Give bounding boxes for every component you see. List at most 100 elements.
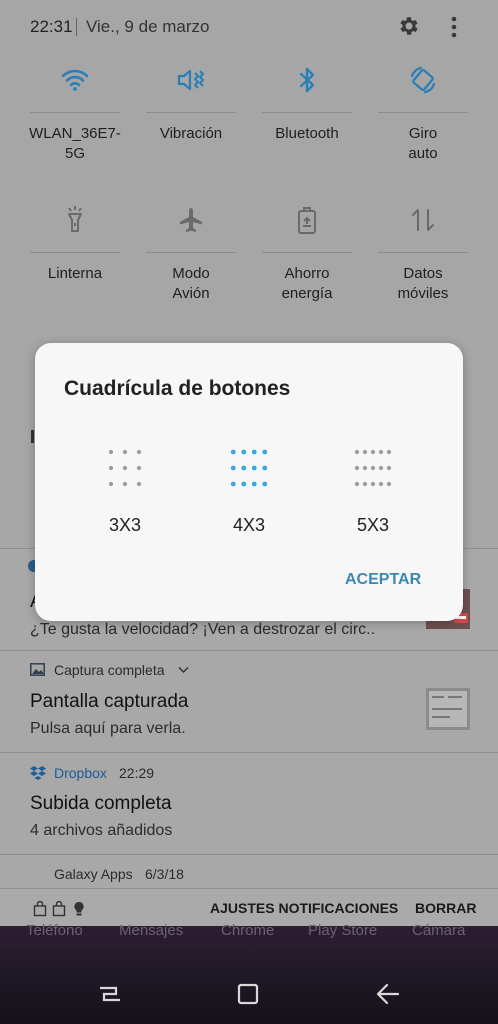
tile-separator bbox=[30, 252, 120, 253]
grid-dot bbox=[378, 449, 384, 455]
grid-dot bbox=[386, 465, 392, 471]
tile-separator bbox=[146, 252, 236, 253]
tile-bluetooth[interactable]: Bluetooth bbox=[262, 62, 352, 152]
notification-galaxy-apps[interactable]: Galaxy Apps 6/3/18 bbox=[0, 854, 498, 888]
notification-body: Pulsa aquí para verla. bbox=[30, 720, 186, 737]
grid-dot bbox=[262, 449, 268, 455]
grid-dot bbox=[378, 481, 384, 487]
grid-dot bbox=[378, 465, 384, 471]
tile-power-saving[interactable]: Ahorro energía bbox=[262, 202, 352, 302]
notification-app-name: Dropbox bbox=[54, 765, 107, 781]
clear-button[interactable]: BORRAR bbox=[415, 900, 476, 916]
grid-dot bbox=[251, 449, 257, 455]
battery-saver-icon bbox=[298, 207, 316, 234]
grid-dot bbox=[251, 481, 257, 487]
grid-dot bbox=[122, 481, 128, 487]
status-bar: 22:31 Vie., 9 de marzo bbox=[0, 0, 498, 54]
home-icon[interactable] bbox=[237, 983, 259, 1005]
tile-label: Vibración bbox=[159, 125, 223, 142]
grid-dot bbox=[122, 449, 128, 455]
grid-dot bbox=[362, 481, 368, 487]
grid-dot bbox=[108, 465, 114, 471]
grid-dot bbox=[230, 449, 236, 455]
notification-title: Pantalla capturada bbox=[30, 691, 189, 712]
grid-dot bbox=[362, 465, 368, 471]
tile-label: Giro auto bbox=[408, 125, 438, 162]
airplane-icon bbox=[180, 208, 202, 232]
tile-separator bbox=[262, 112, 352, 113]
grid-dot bbox=[136, 465, 142, 471]
notification-settings-button[interactable]: AJUSTES NOTIFICACIONES bbox=[210, 900, 398, 916]
tile-label: Ahorro energía bbox=[281, 265, 333, 302]
grid-dot bbox=[251, 465, 257, 471]
back-icon[interactable] bbox=[376, 983, 400, 1005]
dropbox-icon bbox=[30, 766, 46, 780]
notification-body: 4 archivos añadidos bbox=[30, 822, 173, 839]
wifi-icon bbox=[61, 69, 89, 91]
bluetooth-icon bbox=[299, 67, 315, 93]
mobile-data-icon bbox=[412, 209, 434, 231]
shopping-bag-icon bbox=[33, 901, 47, 917]
grid-dot bbox=[354, 449, 360, 455]
lightbulb-icon bbox=[74, 901, 84, 916]
grid-dot bbox=[370, 465, 376, 471]
settings-gear-icon[interactable] bbox=[397, 14, 421, 38]
grid-option-label: 5X3 bbox=[356, 515, 390, 535]
brightness-fragment bbox=[31, 430, 34, 443]
grid-dot bbox=[262, 481, 268, 487]
navigation-bar: Teléfono Mensajes Chrome Play Store Cáma… bbox=[0, 922, 498, 1024]
notification-dropbox[interactable]: Dropbox 22:29 Subida completa 4 archivos… bbox=[0, 752, 498, 854]
tile-label: WLAN_36E7- 5G bbox=[29, 125, 121, 162]
grid-dot bbox=[370, 449, 376, 455]
grid-option-label: 4X3 bbox=[232, 515, 266, 535]
tile-airplane[interactable]: Modo Avión bbox=[146, 202, 236, 302]
grid-dot bbox=[241, 481, 247, 487]
grid-dot bbox=[136, 481, 142, 487]
grid-dot bbox=[386, 449, 392, 455]
dock-label: Mensajes bbox=[119, 922, 184, 939]
gallery-icon bbox=[30, 663, 45, 676]
notification-title: Subida completa bbox=[30, 793, 172, 814]
grid-dot bbox=[108, 449, 114, 455]
notification-actions-bar: AJUSTES NOTIFICACIONES BORRAR bbox=[0, 888, 498, 926]
shopping-bag-icon bbox=[52, 901, 66, 917]
accept-button[interactable]: ACEPTAR bbox=[345, 571, 421, 589]
tile-label: Modo Avión bbox=[172, 265, 210, 302]
recent-apps-icon[interactable] bbox=[98, 984, 122, 1004]
divider bbox=[76, 18, 77, 36]
rotate-icon bbox=[410, 66, 436, 94]
more-options-icon[interactable] bbox=[444, 14, 464, 40]
tile-separator bbox=[378, 112, 468, 113]
screenshot-thumbnail bbox=[426, 688, 470, 730]
tile-flashlight[interactable]: Linterna bbox=[30, 202, 120, 292]
flashlight-icon bbox=[68, 206, 82, 232]
notification-app-name: Galaxy Apps bbox=[54, 866, 133, 882]
dock-label: Chrome bbox=[221, 922, 275, 939]
tile-auto-rotate[interactable]: Giro auto bbox=[378, 62, 468, 162]
tile-vibration[interactable]: Vibración bbox=[146, 62, 236, 152]
grid-option-4x3[interactable]: 4X3 bbox=[204, 443, 294, 563]
grid-dot bbox=[262, 465, 268, 471]
clock: 22:31 bbox=[30, 17, 73, 36]
date: Vie., 9 de marzo bbox=[86, 17, 210, 36]
dock-label: Cámara bbox=[412, 922, 466, 939]
grid-option-5x3[interactable]: 5X3 bbox=[328, 443, 418, 563]
tile-separator bbox=[262, 252, 352, 253]
tile-wifi[interactable]: WLAN_36E7- 5G bbox=[29, 62, 121, 162]
grid-dot bbox=[136, 449, 142, 455]
grid-dot bbox=[354, 481, 360, 487]
grid-dot bbox=[241, 449, 247, 455]
grid-dot bbox=[108, 481, 114, 487]
tile-label: Bluetooth bbox=[275, 125, 339, 142]
tile-separator bbox=[146, 112, 236, 113]
dialog-title: Cuadrícula de botones bbox=[64, 377, 291, 400]
grid-option-3x3[interactable]: 3X3 bbox=[80, 443, 170, 563]
grid-3x3-icon bbox=[108, 449, 142, 487]
grid-option-label: 3X3 bbox=[108, 515, 142, 535]
notification-time: 6/3/18 bbox=[145, 866, 184, 882]
tile-separator bbox=[30, 112, 120, 113]
grid-4x3-icon bbox=[230, 449, 268, 487]
notification-screenshot[interactable]: Captura completa Pantalla capturada Puls… bbox=[0, 650, 498, 752]
chevron-down-icon[interactable] bbox=[178, 666, 189, 674]
tile-mobile-data[interactable]: Datos móviles bbox=[378, 202, 468, 302]
